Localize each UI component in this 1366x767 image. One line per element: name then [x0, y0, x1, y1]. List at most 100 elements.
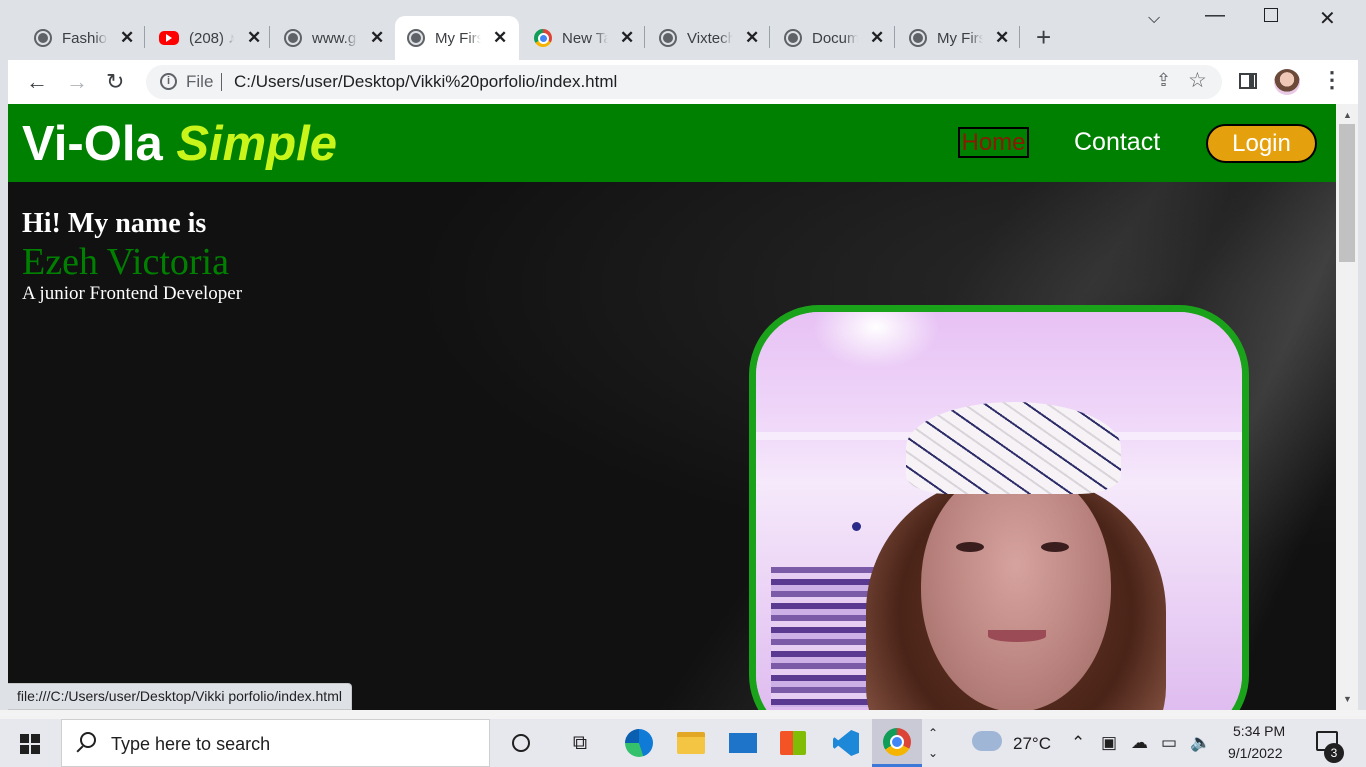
new-tab-button[interactable]: + [1036, 22, 1051, 52]
vertical-scrollbar[interactable]: ▲ ▼ [1336, 104, 1358, 710]
search-icon [80, 732, 96, 748]
close-icon[interactable]: ✕ [745, 28, 759, 48]
task-view-icon[interactable]: ⧉ [562, 725, 598, 761]
site-header: Vi-Ola Simple Home Contact Login [8, 104, 1336, 182]
share-icon[interactable]: ⇪ [1156, 70, 1171, 91]
profile-avatar[interactable] [1274, 69, 1300, 95]
profile-photo [749, 305, 1249, 710]
photo-face [921, 467, 1111, 710]
tab-title: Docum [812, 29, 858, 47]
photo-eye-left [956, 542, 984, 552]
tab-title: My Firs [937, 29, 983, 47]
tab-title: www.g [312, 29, 357, 47]
photo-eye-right [1041, 542, 1069, 552]
hero-intro: Hi! My name is [22, 208, 207, 239]
side-panel-icon[interactable] [1239, 73, 1257, 89]
tab-document[interactable]: Docum ✕ [772, 16, 894, 60]
tab-separator [644, 26, 645, 48]
battery-icon[interactable]: ▭ [1161, 733, 1177, 753]
tab-separator [1019, 26, 1020, 48]
logo-accent: Simple [176, 117, 338, 171]
close-icon[interactable]: ✕ [995, 28, 1009, 48]
tab-separator [144, 26, 145, 48]
nav-home-link[interactable]: Home [958, 127, 1029, 158]
tab-title: Fashion [62, 29, 108, 47]
close-icon[interactable]: ✕ [247, 28, 261, 48]
clock-date[interactable]: 9/1/2022 [1228, 745, 1283, 761]
status-bar-url: file:///C:/Users/user/Desktop/Vikki porf… [8, 683, 352, 710]
tab-fashion[interactable]: Fashion ✕ [22, 16, 144, 60]
photo-headband [906, 402, 1121, 494]
login-button[interactable]: Login [1206, 124, 1317, 163]
logo-main: Vi-Ola [22, 117, 163, 171]
kebab-menu-icon[interactable]: ⋮ [1321, 67, 1343, 93]
show-hidden-icons-chevron-icon[interactable]: ⌃ [1071, 733, 1085, 753]
tab-youtube[interactable]: (208) ♪ ✕ [147, 16, 271, 60]
scroll-up-icon[interactable]: ▲ [1343, 110, 1352, 120]
onedrive-error-icon[interactable]: ☁ [1131, 733, 1148, 753]
clock-time[interactable]: 5:34 PM [1233, 723, 1285, 739]
maximize-icon[interactable] [1264, 8, 1278, 22]
windows-taskbar: Type here to search ⧉ ⌃ ⌄ 27°C ⌃ ▣ ☁ ▭ 🔈 … [0, 719, 1366, 767]
photo-mouth [988, 630, 1046, 642]
browser-window: Fashion ✕ (208) ♪ ✕ www.g ✕ My Firs ✕ Ne… [8, 0, 1358, 710]
tab-separator [269, 26, 270, 48]
site-logo[interactable]: Vi-Ola Simple [22, 116, 337, 172]
close-icon[interactable]: ✕ [120, 28, 134, 48]
desktop-strip [0, 710, 1366, 719]
forward-arrow-icon[interactable]: → [66, 68, 88, 96]
vscode-icon[interactable] [828, 725, 864, 761]
tab-strip: Fashion ✕ (208) ♪ ✕ www.g ✕ My Firs ✕ Ne… [8, 0, 1358, 60]
hero-name: Ezeh Victoria [22, 241, 229, 283]
scroll-down-icon[interactable]: ▼ [1343, 694, 1352, 704]
tray-overflow-icon[interactable]: ⌃ ⌄ [928, 723, 938, 763]
globe-icon [909, 29, 927, 47]
close-icon[interactable]: ✕ [493, 28, 507, 48]
address-bar[interactable]: i File C:/Users/user/Desktop/Vikki%20por… [146, 65, 1222, 99]
bookmark-star-icon[interactable]: ☆ [1188, 68, 1207, 93]
cortana-icon[interactable] [503, 725, 539, 761]
tab-www[interactable]: www.g ✕ [272, 16, 394, 60]
minimize-icon[interactable]: — [1205, 4, 1225, 27]
globe-icon [284, 29, 302, 47]
youtube-icon [159, 31, 179, 45]
tab-search-chevron-icon[interactable]: ⌵ [1148, 10, 1160, 28]
tab-my-first-active[interactable]: My Firs ✕ [395, 16, 519, 60]
meet-now-icon[interactable]: ▣ [1101, 733, 1117, 753]
tab-separator [769, 26, 770, 48]
file-explorer-icon[interactable] [673, 725, 709, 761]
close-icon[interactable]: ✕ [870, 28, 884, 48]
window-close-icon[interactable]: ✕ [1319, 6, 1336, 31]
nav-contact-link[interactable]: Contact [1074, 128, 1160, 157]
tab-title: New Ta [562, 29, 608, 47]
info-icon[interactable]: i [160, 73, 177, 90]
close-icon[interactable]: ✕ [370, 28, 384, 48]
hero-role: A junior Frontend Developer [22, 283, 243, 304]
store-icon[interactable] [775, 725, 811, 761]
volume-icon[interactable]: 🔈 [1190, 733, 1211, 753]
tab-my-first-2[interactable]: My Firs ✕ [897, 16, 1019, 60]
scrollbar-thumb[interactable] [1339, 124, 1355, 262]
scheme-label: File [186, 72, 214, 91]
globe-icon [784, 29, 802, 47]
tab-vixtech[interactable]: Vixtech ✕ [647, 16, 769, 60]
mail-icon[interactable] [725, 725, 761, 761]
back-arrow-icon[interactable]: ← [26, 68, 48, 96]
weather-temperature[interactable]: 27°C [1013, 734, 1051, 754]
close-icon[interactable]: ✕ [620, 28, 634, 48]
chrome-icon [534, 29, 552, 47]
tab-title: (208) ♪ [189, 29, 235, 47]
tab-new-tab[interactable]: New Ta ✕ [522, 16, 644, 60]
globe-icon [659, 29, 677, 47]
tab-title: My Firs [435, 29, 481, 47]
reload-icon[interactable]: ↻ [106, 68, 124, 96]
url-text[interactable]: C:/Users/user/Desktop/Vikki%20porfolio/i… [234, 72, 617, 92]
chrome-taskbar-icon[interactable] [872, 719, 922, 767]
weather-cloud-icon[interactable] [972, 731, 1002, 751]
taskbar-search-box[interactable]: Type here to search [61, 719, 490, 767]
windows-start-icon[interactable] [20, 734, 40, 754]
globe-icon [34, 29, 52, 47]
tab-title: Vixtech [687, 29, 733, 47]
address-divider [221, 73, 222, 91]
edge-icon[interactable] [621, 725, 657, 761]
